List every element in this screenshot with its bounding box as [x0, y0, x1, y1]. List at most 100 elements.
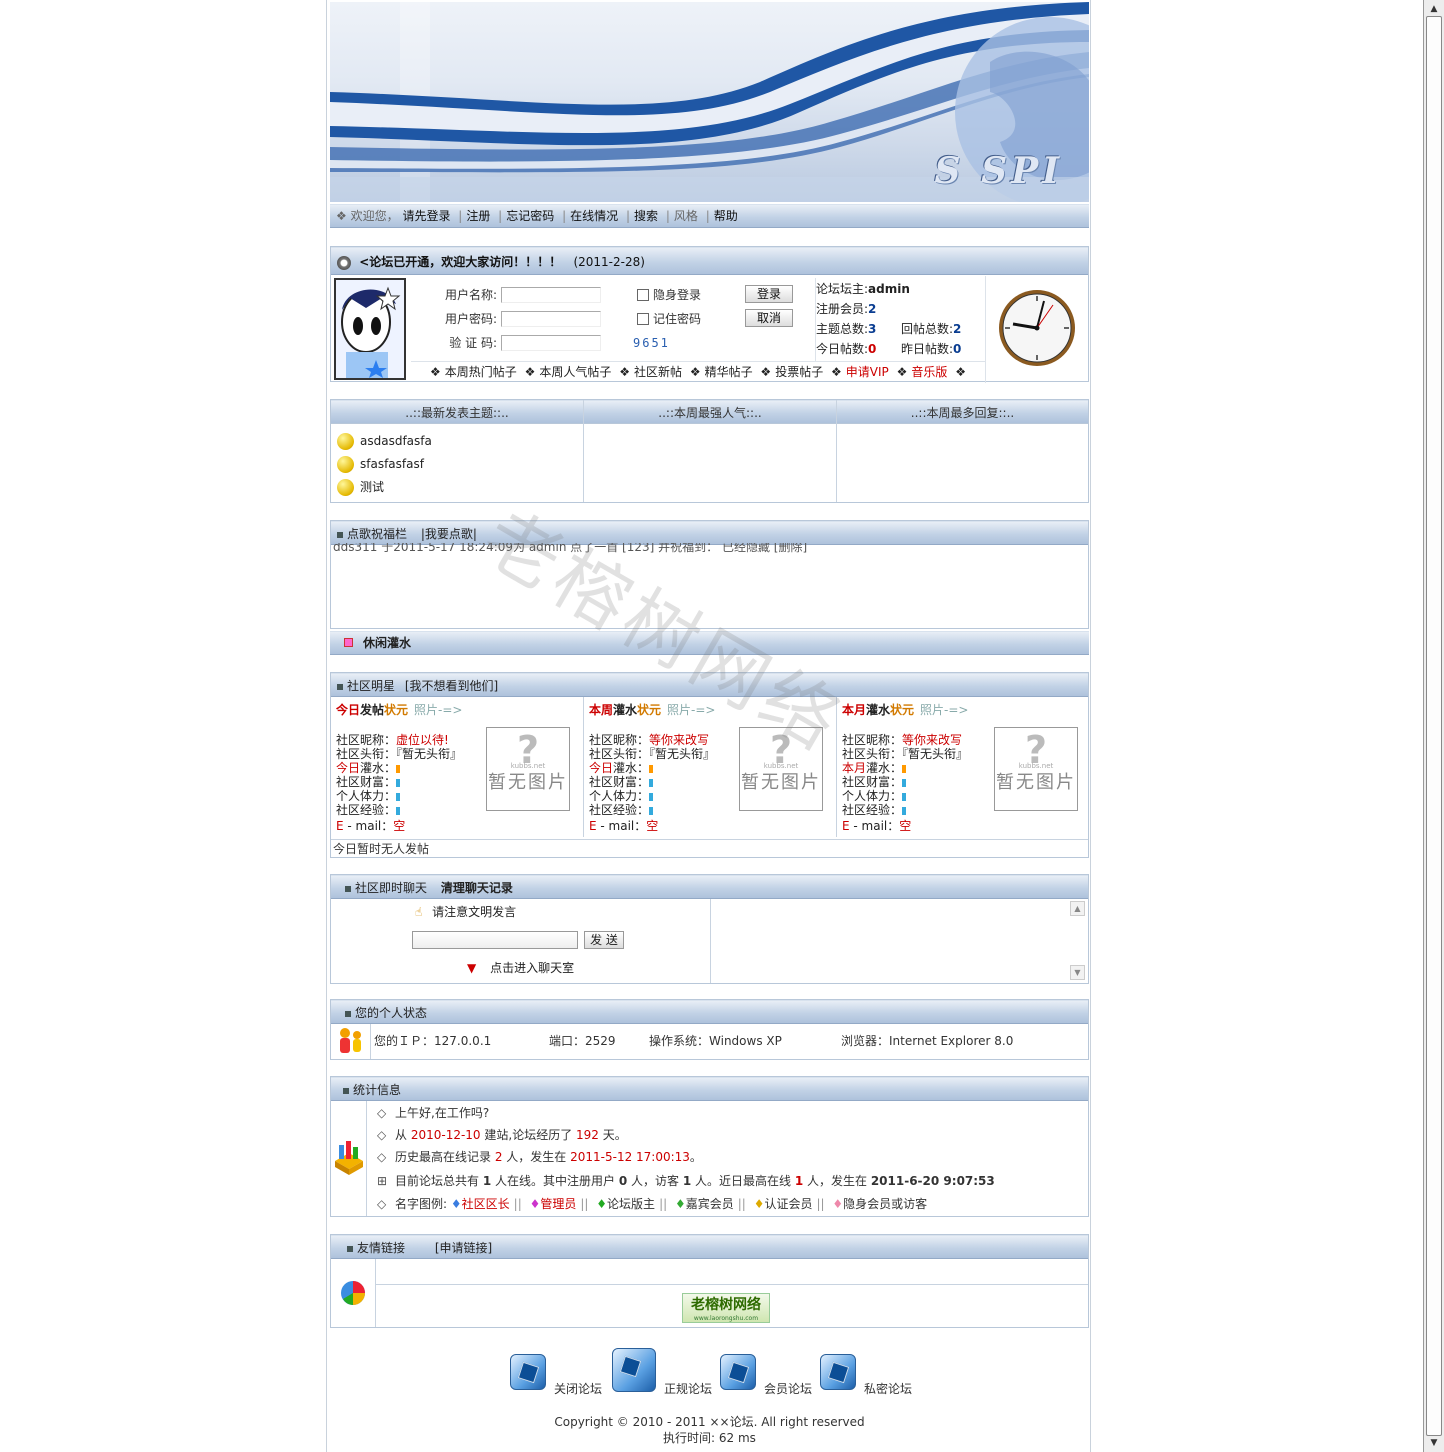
hot-posts-link[interactable]: 本周热门帖子: [445, 365, 517, 379]
captcha-code: 9651: [633, 336, 670, 350]
normal-forum-legend: 正规论坛: [612, 1340, 722, 1396]
photo-link[interactable]: 照片-=>: [667, 703, 715, 717]
notice-date: (2011-2-28): [573, 255, 645, 269]
star-column: 本月灌水状元 照片-=> 社区昵称：等你来改写 社区头衔：『暂无头衔』 本月灌水： 社区财…: [837, 697, 1088, 837]
friend-links-panel: 友情链接 [申请链接] 老榕树网络 www.laorongshu.com: [330, 1234, 1089, 1328]
photo-link[interactable]: 照片-=>: [414, 703, 462, 717]
notice-header: <论坛已开通，欢迎大家访问！！！！ (2011-2-28): [331, 247, 1088, 275]
login-button[interactable]: 登录: [745, 285, 793, 303]
scroll-up-icon[interactable]: ▲: [1426, 2, 1442, 16]
song-request-panel: 点歌祝福栏 |我要点歌| dds311 于2011-5-17 18:24:09为…: [330, 520, 1089, 629]
forum-stats: 论坛坛主:admin 注册会员:2 主题总数:3 回帖总数:2 今日帖数:0 昨…: [815, 278, 985, 361]
no-image-placeholder: ? kubbs.net 暂无图片: [994, 727, 1078, 811]
private-forum-legend: 私密论坛: [820, 1346, 930, 1398]
photo-link[interactable]: 照片-=>: [920, 703, 968, 717]
expand-icon[interactable]: [344, 638, 353, 647]
search-link[interactable]: 搜索: [634, 205, 658, 228]
closed-forum-legend: 关闭论坛: [510, 1346, 610, 1398]
orange-bar-icon: [649, 764, 654, 773]
orange-bar-icon: [902, 764, 907, 773]
star-nickname[interactable]: 等你来改写: [902, 733, 962, 747]
music-board-link[interactable]: 音乐版: [911, 365, 947, 379]
smiley-icon: [337, 456, 354, 473]
password-input[interactable]: [501, 311, 601, 327]
popular-posts-link[interactable]: 本周人气帖子: [539, 365, 611, 379]
stats-icon: [331, 1101, 367, 1216]
new-posts-link[interactable]: 社区新帖: [634, 365, 682, 379]
scroll-down-icon[interactable]: ▼: [1426, 1436, 1442, 1450]
apply-vip-link[interactable]: 申请VIP: [846, 365, 889, 379]
request-song-link[interactable]: |我要点歌|: [421, 527, 477, 541]
closed-forum-icon: [510, 1354, 546, 1390]
chat-header: 社区即时聊天 清理聊天记录: [331, 875, 1088, 899]
statistics-header: 统计信息: [331, 1077, 1088, 1101]
chat-log[interactable]: ▲ ▼: [711, 899, 1088, 983]
smiley-icon: [337, 433, 354, 450]
analog-clock: [985, 276, 1088, 383]
enter-chatroom-link[interactable]: ▼ 点击进入聊天室: [467, 959, 574, 976]
captcha-input[interactable]: [501, 335, 601, 351]
footer: Copyright © 2010 - 2011 ××论坛. All right …: [330, 1414, 1089, 1448]
member-forum-legend: 会员论坛: [720, 1346, 820, 1398]
register-link[interactable]: 注册: [466, 205, 490, 228]
legend-guest-member: 嘉宾会员: [685, 1197, 734, 1211]
welcome-text: 欢迎您，: [350, 209, 399, 223]
star-email: 空: [899, 819, 912, 833]
links-header: 友情链接 [申请链接]: [331, 1235, 1088, 1259]
username-label: 用户名称:: [444, 288, 497, 302]
stars-header: 社区明星 [我不想看到他们]: [331, 673, 1088, 697]
pie-chart-icon: [331, 1259, 376, 1327]
cancel-button[interactable]: 取消: [745, 309, 793, 327]
help-link[interactable]: 帮助: [714, 205, 738, 228]
leisure-section-bar[interactable]: 休闲灌水: [330, 631, 1089, 655]
forgot-password-link[interactable]: 忘记密码: [506, 205, 554, 228]
copyright-text: Copyright © 2010 - 2011 ××论坛. All right …: [554, 1415, 865, 1429]
partner-logo-link[interactable]: 老榕树网络 www.laorongshu.com: [682, 1293, 770, 1323]
send-button[interactable]: 发 送: [584, 931, 624, 949]
star-details: 社区昵称：等你来改写 社区头衔：『暂无头衔』 本月灌水： 社区财富： 个人体力： 社区经验…: [842, 733, 969, 833]
remember-checkbox[interactable]: [637, 313, 649, 325]
hidden-login-label: 隐身登录: [653, 288, 702, 302]
star-details: 社区昵称：等你来改写 社区头衔：『暂无头衔』 今日灌水： 社区财富： 个人体力： 社区经验…: [589, 733, 716, 833]
song-title: 点歌祝福栏: [347, 527, 408, 541]
community-stars-panel: 社区明星 [我不想看到他们] 今日发帖状元 照片-=> 社区昵称：虚位以待! 社区头衔…: [330, 672, 1089, 858]
hand-icon: ☝: [415, 905, 423, 919]
clear-chat-link[interactable]: 清理聊天记录: [441, 881, 513, 895]
greeting-text: 上午好,在工作吗?: [395, 1106, 490, 1120]
notice-login-panel: <论坛已开通，欢迎大家访问！！！！ (2011-2-28) 用户名称: 隐身登录: [330, 246, 1089, 383]
blue-bar-icon: [902, 806, 907, 815]
forum-type-legend: 关闭论坛 正规论坛 会员论坛 私密论坛: [330, 1346, 1089, 1398]
expand-online-icon[interactable]: ⊞: [377, 1170, 395, 1192]
orange-bar-icon: [396, 764, 401, 773]
scroll-up-icon[interactable]: ▲: [1070, 901, 1085, 916]
topic-item[interactable]: 测试: [337, 476, 384, 498]
scroll-down-icon[interactable]: ▼: [1070, 965, 1085, 980]
scrollbar-thumb[interactable]: [1426, 16, 1442, 1436]
hidden-login-checkbox[interactable]: [637, 289, 649, 301]
hide-stars-link[interactable]: [我不想看到他们]: [405, 679, 498, 693]
leisure-title: 休闲灌水: [363, 636, 412, 650]
owner-name[interactable]: admin: [868, 282, 910, 296]
star-title: 今日发帖状元 照片-=>: [336, 703, 463, 717]
apply-link[interactable]: [申请链接]: [435, 1241, 492, 1255]
username-input[interactable]: [501, 287, 601, 303]
people-icon: [331, 1024, 371, 1059]
vote-posts-link[interactable]: 投票帖子: [775, 365, 823, 379]
speaker-icon: [337, 255, 351, 270]
blue-bar-icon: [649, 806, 654, 815]
elite-posts-link[interactable]: 精华帖子: [705, 365, 753, 379]
star-nickname[interactable]: 虚位以待!: [396, 733, 449, 747]
online-status-link[interactable]: 在线情况: [570, 205, 618, 228]
topic-item[interactable]: asdasdfasfa: [337, 430, 432, 452]
blue-bar-icon: [396, 792, 401, 801]
login-link[interactable]: 请先登录: [402, 205, 450, 228]
banner-logo: S SPI: [934, 150, 1063, 192]
chat-message-input[interactable]: [412, 931, 578, 949]
stars-footer: 今日暂时无人发帖: [331, 839, 1088, 857]
star-nickname[interactable]: 等你来改写: [649, 733, 709, 747]
port-value: 2529: [585, 1034, 616, 1048]
style-link[interactable]: 风格: [674, 205, 698, 228]
topic-item[interactable]: sfasfasfasf: [337, 453, 424, 475]
page-scrollbar[interactable]: ▲ ▼: [1423, 0, 1444, 1452]
filter-icon: ▼: [467, 961, 477, 975]
